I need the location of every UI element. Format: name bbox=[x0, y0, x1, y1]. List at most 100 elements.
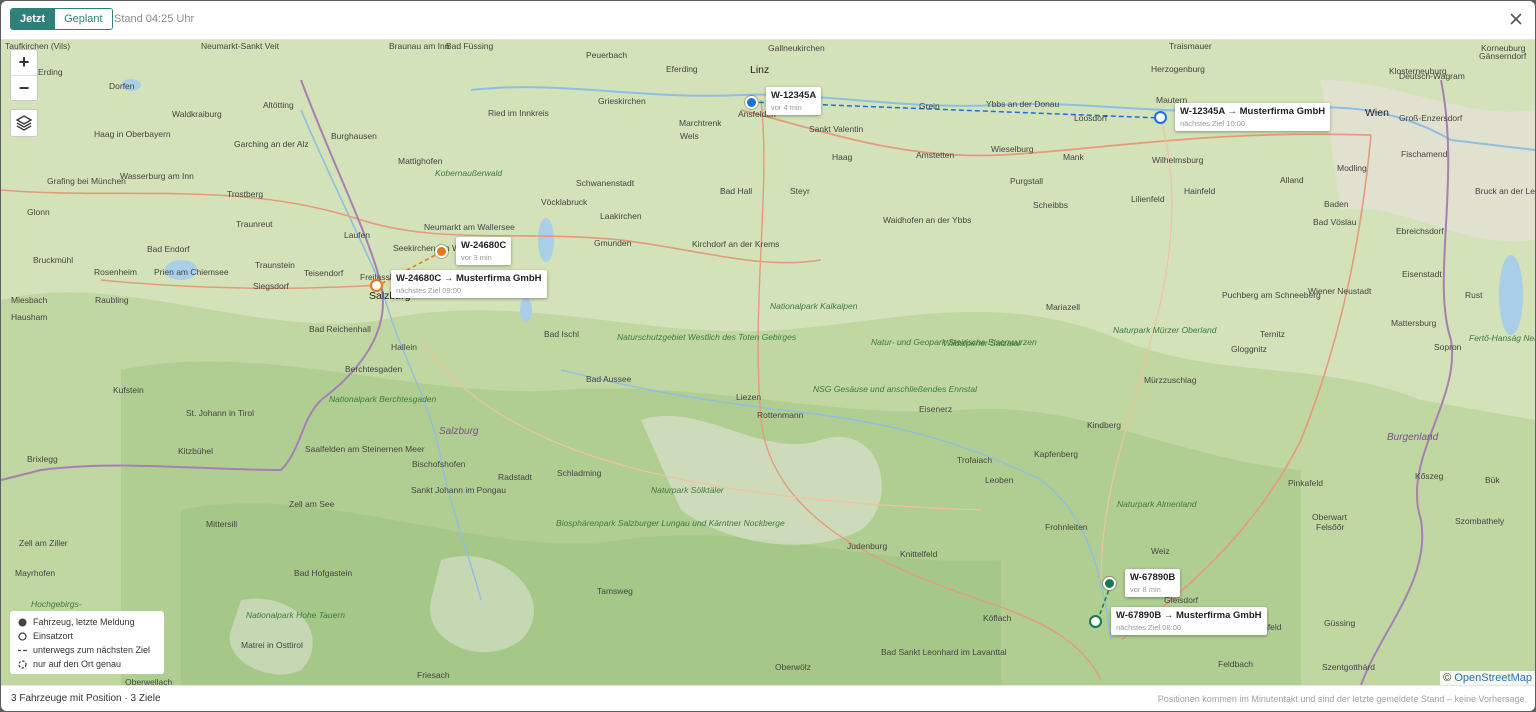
place-label: Rust bbox=[1465, 290, 1483, 300]
place-label: Herzogenburg bbox=[1151, 64, 1205, 74]
map-dialog: Jetzt Geplant Stand 04:25 Uhr Taufkirche… bbox=[1, 1, 1535, 711]
place-label: Bad Vöslau bbox=[1313, 217, 1357, 227]
site-marker-w12345a[interactable] bbox=[1154, 111, 1167, 124]
place-label: Altötting bbox=[263, 100, 294, 110]
place-label: Sankt Johann im Pongau bbox=[411, 485, 506, 495]
place-label: Mittersill bbox=[206, 519, 238, 529]
zoom-in-button[interactable]: + bbox=[11, 50, 37, 75]
place-label: Naturpark Mürzer Oberland bbox=[1113, 325, 1217, 335]
place-label: Zell am See bbox=[289, 499, 335, 509]
place-label: Bruckmühl bbox=[33, 255, 74, 265]
tab-jetzt[interactable]: Jetzt bbox=[11, 9, 55, 29]
place-label: Kőszeg bbox=[1415, 471, 1444, 481]
zoom-control: + − bbox=[10, 49, 38, 101]
place-label: Trostberg bbox=[227, 189, 264, 199]
map-basemap bbox=[1, 40, 1535, 685]
map-legend: Fahrzeug, letzte Meldung Einsatzort unte… bbox=[10, 611, 164, 674]
place-label: Grieskirchen bbox=[598, 96, 646, 106]
footer-note: Positionen kommen im Minutentakt und sin… bbox=[1157, 694, 1527, 704]
place-label: Hausham bbox=[11, 312, 48, 322]
close-icon[interactable] bbox=[1507, 10, 1525, 28]
place-label: Loosdorf bbox=[1074, 113, 1108, 123]
place-label: Linz bbox=[750, 64, 770, 76]
place-label: St. Johann in Tirol bbox=[186, 408, 255, 418]
dialog-header: Jetzt Geplant Stand 04:25 Uhr bbox=[1, 1, 1535, 40]
place-label: Bad Hofgastein bbox=[294, 568, 353, 578]
dashed-ring-icon bbox=[18, 660, 27, 669]
place-label: Naturpark Sölktäler bbox=[651, 485, 724, 495]
place-label: Neumarkt-Sankt Veit bbox=[201, 41, 279, 51]
place-label: Peuerbach bbox=[586, 50, 628, 60]
site-label-w12345a[interactable]: W-12345A → Musterfirma GmbH nächstes Zie… bbox=[1175, 103, 1331, 131]
place-label: Neumarkt am Wallersee bbox=[424, 222, 515, 232]
vehicle-label-w12345a[interactable]: W-12345A vor 4 min bbox=[766, 87, 822, 115]
place-label: Weiz bbox=[1151, 546, 1170, 556]
place-label: Baden bbox=[1324, 199, 1349, 209]
tab-geplant[interactable]: Geplant bbox=[54, 9, 112, 29]
vehicle-label-w67890b[interactable]: W-67890B vor 8 min bbox=[1125, 569, 1181, 597]
place-label: Mürzzuschlag bbox=[1144, 375, 1197, 385]
place-label: Groß-Enzersdorf bbox=[1399, 113, 1463, 123]
place-label: Frohnleiten bbox=[1045, 522, 1088, 532]
place-label: Wildalpener Salzatal bbox=[943, 338, 1021, 348]
place-label: Ybbs an der Donau bbox=[986, 99, 1060, 109]
osm-link[interactable]: OpenStreetMap bbox=[1454, 672, 1532, 684]
legend-vehicle-label: Fahrzeug, letzte Meldung bbox=[33, 617, 135, 627]
place-label: Bischofshofen bbox=[412, 459, 466, 469]
legend-site: Einsatzort bbox=[10, 629, 164, 643]
zoom-out-button[interactable]: − bbox=[11, 75, 37, 101]
vehicle-marker-w67890b[interactable] bbox=[1103, 577, 1116, 590]
place-label: Schladming bbox=[557, 468, 602, 478]
place-label: Wasserburg am Inn bbox=[120, 171, 194, 181]
place-label: Fertő-Hanság Nemzeti Park bbox=[1469, 333, 1535, 343]
place-label: Bad Aussee bbox=[586, 374, 632, 384]
place-label: Kufstein bbox=[113, 385, 144, 395]
place-label: Wels bbox=[680, 131, 699, 141]
legend-site-label: Einsatzort bbox=[33, 631, 74, 641]
place-label: Mattersburg bbox=[1391, 318, 1437, 328]
place-label: Rottenmann bbox=[757, 410, 804, 420]
place-label: Brixlegg bbox=[27, 454, 58, 464]
place-label: Saalfelden am Steinernen Meer bbox=[305, 444, 425, 454]
place-label: Bad Reichenhall bbox=[309, 324, 371, 334]
vehicle-last-report: vor 8 min bbox=[1130, 585, 1161, 594]
site-label-w67890b[interactable]: W-67890B → Musterfirma GmbH nächstes Zie… bbox=[1111, 607, 1267, 635]
map-canvas[interactable]: Taufkirchen (Vils) Neumarkt-Sankt Veit Erd… bbox=[1, 40, 1535, 685]
vehicle-last-report: vor 3 min bbox=[461, 253, 492, 262]
site-label-w24680c[interactable]: W-24680C → Musterfirma GmbH nächstes Zie… bbox=[391, 270, 547, 298]
place-label: Waldkraiburg bbox=[172, 109, 222, 119]
site-marker-w67890b[interactable] bbox=[1089, 615, 1102, 628]
mode-toggle: Jetzt Geplant bbox=[10, 8, 113, 30]
place-label: Miesbach bbox=[11, 295, 48, 305]
place-label: Traismauer bbox=[1169, 41, 1212, 51]
ring-icon bbox=[18, 632, 27, 641]
layers-button[interactable] bbox=[10, 109, 38, 137]
place-label: Szombathely bbox=[1455, 516, 1505, 526]
site-marker-w24680c[interactable] bbox=[370, 279, 383, 292]
vehicle-marker-w24680c[interactable] bbox=[435, 245, 448, 258]
place-label: Bruck an der Leitha bbox=[1475, 186, 1535, 196]
place-label: Eisenstadt bbox=[1402, 269, 1442, 279]
place-label: Feldbach bbox=[1218, 659, 1253, 669]
place-label: Braunau am Inn bbox=[389, 41, 450, 51]
place-label: Naturschutzgebiet Westlich des Toten Geb… bbox=[617, 332, 797, 342]
vehicle-label-w24680c[interactable]: W-24680C vor 3 min bbox=[456, 237, 512, 265]
place-label: Gänserndorf bbox=[1479, 51, 1527, 61]
place-label: Teisendorf bbox=[304, 268, 344, 278]
place-label: Bad Endorf bbox=[147, 244, 190, 254]
place-label: Prien am Chiemsee bbox=[154, 267, 229, 277]
legend-en-route: unterwegs zum nächsten Ziel bbox=[10, 643, 164, 657]
place-label: Haag bbox=[832, 152, 853, 162]
place-label: Bük bbox=[1485, 475, 1500, 485]
place-label: Nationalpark Kalkalpen bbox=[770, 301, 858, 311]
place-label: Mank bbox=[1063, 152, 1084, 162]
legend-en-route-label: unterwegs zum nächsten Ziel bbox=[33, 645, 151, 655]
legend-vehicle: Fahrzeug, letzte Meldung bbox=[10, 615, 164, 629]
vehicle-marker-w12345a[interactable] bbox=[745, 96, 758, 109]
place-label: Matrei in Osttirol bbox=[241, 640, 303, 650]
place-label: Amstetten bbox=[916, 150, 955, 160]
place-label: Salzburg bbox=[439, 426, 479, 437]
vehicle-count-summary: 3 Fahrzeuge mit Position · 3 Ziele bbox=[11, 693, 161, 704]
place-label: Glonn bbox=[27, 207, 50, 217]
place-label: Dorfen bbox=[109, 81, 135, 91]
